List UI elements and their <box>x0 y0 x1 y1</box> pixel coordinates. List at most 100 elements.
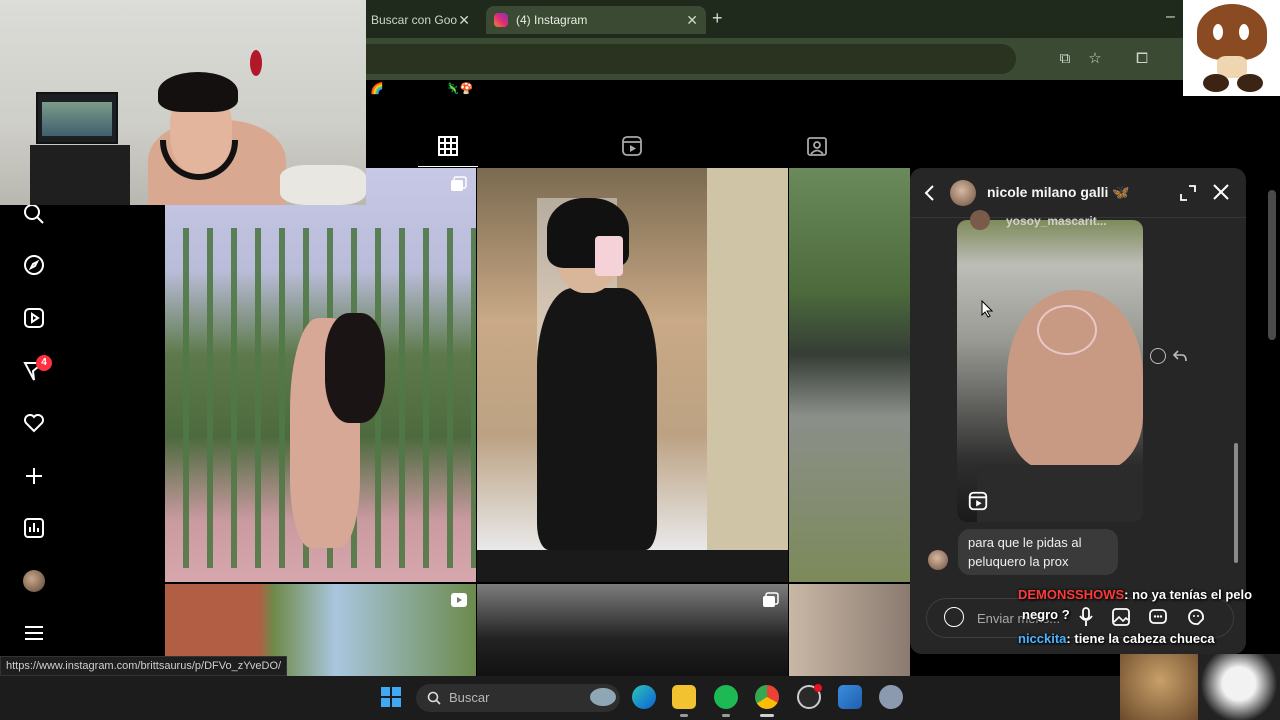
contact-avatar[interactable] <box>950 180 976 206</box>
chat-text: : no ya tenías el pelo <box>1124 587 1253 602</box>
chat-username: DEMONSSHOWS <box>1018 587 1125 602</box>
goomba-eye-right <box>1239 24 1249 40</box>
dm-scroll-thumb[interactable] <box>1234 443 1238 563</box>
install-app-icon[interactable]: ⧉ <box>1056 50 1074 68</box>
close-tab-icon[interactable]: ✕ <box>458 12 470 29</box>
screen: 🌈 🦎🍄 4 Buscar con Goo ✕ (4) Instagram ✕ … <box>0 0 1280 720</box>
link-status-url: https://www.instagram.com/brittsaurus/p/… <box>0 656 288 676</box>
tab-label: Buscar con Goo <box>371 13 458 27</box>
dm-header: nicole milano galli 🦋 <box>910 168 1246 218</box>
reel-source-username: yosoy_mascarit... <box>1006 214 1107 228</box>
settings-gear-icon[interactable] <box>879 685 903 709</box>
contact-name[interactable]: nicole milano galli 🦋 <box>987 184 1130 201</box>
goomba-head <box>1197 4 1267 60</box>
running-indicator <box>722 714 730 717</box>
image-icon[interactable] <box>1111 607 1131 627</box>
react-emoji-icon[interactable] <box>1150 348 1166 364</box>
tv-stand <box>30 145 130 205</box>
tab-google-search[interactable]: Buscar con Goo ✕ <box>366 6 478 34</box>
expand-icon[interactable] <box>1179 184 1197 202</box>
grid-icon[interactable] <box>436 134 460 158</box>
hair <box>325 313 385 423</box>
chat-message-2: nicckita: tiene la cabeza chueca <box>1018 627 1215 651</box>
message-bubble: para que le pidas al peluquero la prox <box>958 529 1118 575</box>
post-thumbnail-1[interactable] <box>165 168 476 582</box>
close-icon[interactable] <box>1212 183 1230 201</box>
emoji-icon[interactable] <box>944 607 964 627</box>
profile-avatar[interactable] <box>23 570 45 592</box>
tab-instagram[interactable]: (4) Instagram ✕ <box>486 6 706 34</box>
post-thumbnail-6[interactable] <box>789 584 910 676</box>
close-tab-icon[interactable]: ✕ <box>686 12 698 29</box>
microphone-icon[interactable] <box>1077 607 1095 627</box>
post-thumbnail-3[interactable] <box>789 168 910 582</box>
tagged-icon[interactable] <box>805 134 829 158</box>
carousel-icon <box>763 592 779 607</box>
chrome-icon[interactable] <box>755 685 779 709</box>
barber-cape <box>977 465 1143 522</box>
recording-dot <box>814 684 822 692</box>
chat-message-1-cont: negro ? <box>1022 607 1070 622</box>
file-explorer-icon[interactable] <box>672 685 696 709</box>
page-scrollbar[interactable] <box>1268 190 1276 340</box>
carousel-icon <box>451 176 467 191</box>
post-thumbnail-2[interactable] <box>477 168 788 550</box>
bookmark-star-icon[interactable]: ☆ <box>1086 50 1104 68</box>
haircut-design <box>1037 305 1097 355</box>
active-tab-indicator <box>418 166 478 167</box>
reel-icon <box>968 491 988 511</box>
goomba-eye-left <box>1213 24 1223 40</box>
goomba-foot-right <box>1237 74 1263 92</box>
red-decoration <box>250 50 262 76</box>
create-icon[interactable] <box>22 464 46 488</box>
extensions-icon[interactable]: ⧠ <box>1133 50 1151 68</box>
running-indicator <box>680 714 688 717</box>
notifications-icon[interactable] <box>22 411 46 435</box>
dashboard-icon[interactable] <box>22 516 46 540</box>
tv-picture <box>42 102 112 136</box>
instagram-favicon-icon <box>494 13 508 27</box>
address-bar[interactable] <box>366 44 1016 74</box>
reels-tab-icon[interactable] <box>620 134 644 158</box>
direct-message-popup: nicole milano galli 🦋 yosoy_mascarit... … <box>910 168 1246 654</box>
sticker-icon[interactable] <box>1186 607 1206 627</box>
tv-screen <box>36 92 118 144</box>
notification-badge: 4 <box>36 355 52 371</box>
chat-options-icon[interactable] <box>1148 607 1168 627</box>
windows-start-icon[interactable] <box>380 686 402 708</box>
search-icon <box>427 691 441 705</box>
tab-label: (4) Instagram <box>516 13 588 27</box>
search-icon[interactable] <box>22 202 46 226</box>
sender-avatar <box>928 550 948 570</box>
emote-face-2 <box>1198 654 1280 720</box>
goomba-overlay <box>1183 0 1280 96</box>
streamer-hair <box>158 72 238 112</box>
sharer-avatar <box>970 210 990 230</box>
snipping-tool-icon[interactable] <box>838 685 862 709</box>
taskbar-search-placeholder: Buscar <box>449 690 490 705</box>
post-caption-bar <box>477 550 788 582</box>
new-tab-button[interactable]: + <box>712 8 723 29</box>
back-arrow-icon[interactable] <box>922 184 938 202</box>
chat-text: : tiene la cabeza chueca <box>1066 631 1215 646</box>
edge-icon[interactable] <box>632 685 656 709</box>
search-highlight-icon <box>590 688 616 706</box>
emoji-decoration: 🦎🍄 <box>446 83 474 95</box>
browser-tabbar: Buscar con Goo ✕ (4) Instagram ✕ + – <box>366 0 1280 38</box>
spotify-icon[interactable] <box>714 685 738 709</box>
chat-username: nicckita <box>1018 631 1067 646</box>
person-dress <box>537 288 657 550</box>
post-thumbnail-5[interactable] <box>477 584 788 676</box>
phone <box>595 236 623 276</box>
emote-face-1 <box>1120 654 1200 720</box>
explore-icon[interactable] <box>22 253 46 277</box>
shared-reel[interactable] <box>957 220 1143 522</box>
goomba-foot-left <box>1203 74 1229 92</box>
rainbow-emoji: 🌈 <box>370 83 384 95</box>
reply-icon[interactable] <box>1172 349 1188 363</box>
reels-icon[interactable] <box>22 306 46 330</box>
menu-icon[interactable] <box>22 621 46 645</box>
minimize-button[interactable]: – <box>1166 8 1175 26</box>
curtain <box>707 168 788 550</box>
pillow <box>280 165 366 205</box>
